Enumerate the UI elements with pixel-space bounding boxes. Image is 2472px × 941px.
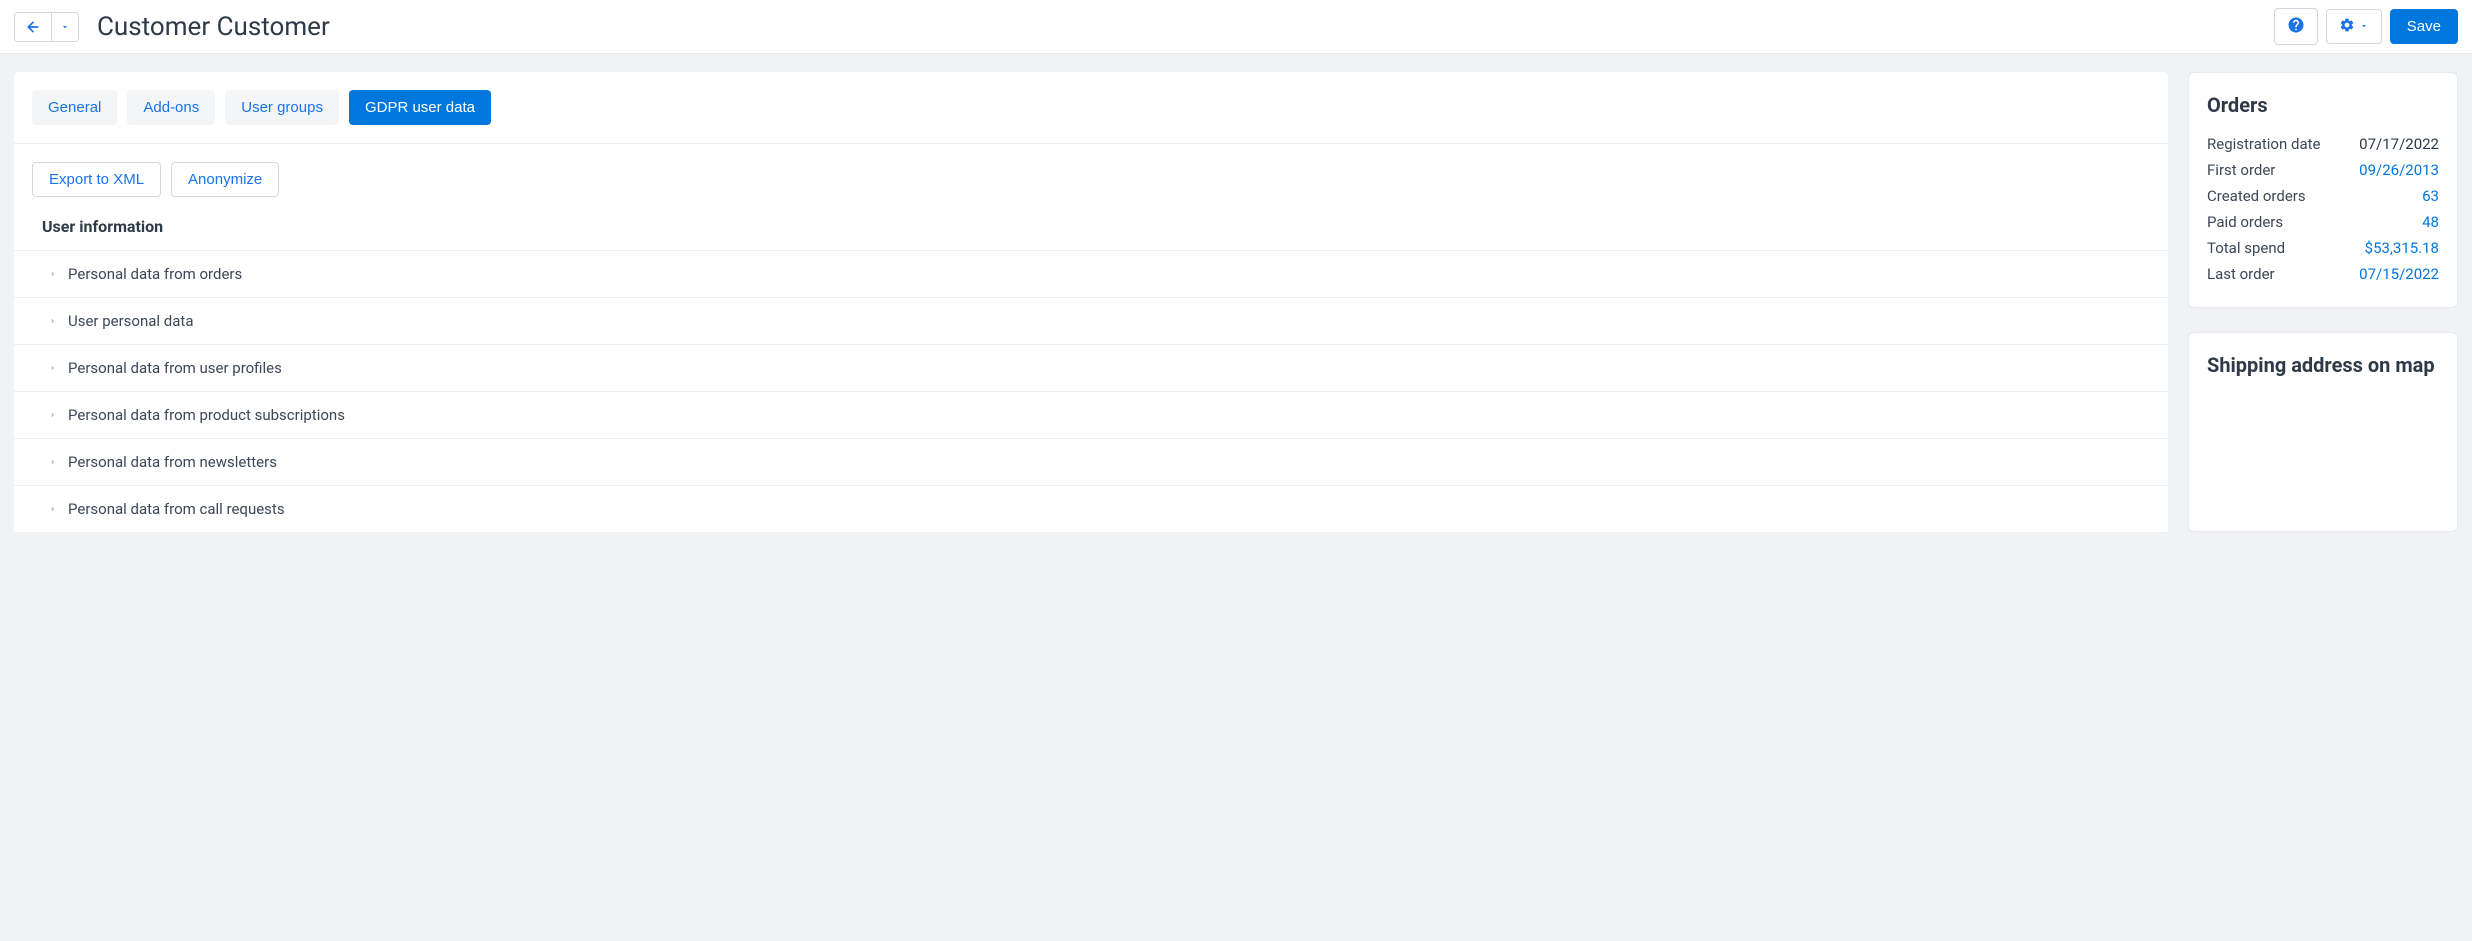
chevron-right-icon: [48, 363, 58, 373]
orders-row-value-link[interactable]: 07/15/2022: [2359, 265, 2439, 283]
orders-row-label: First order: [2207, 161, 2275, 179]
actions-row: Export to XML Anonymize: [14, 144, 2168, 207]
tab-user-groups[interactable]: User groups: [225, 90, 339, 125]
orders-row-paid-orders: Paid orders 48: [2207, 209, 2439, 235]
help-icon: [2287, 16, 2305, 37]
tabs: General Add-ons User groups GDPR user da…: [14, 90, 2168, 144]
chevron-right-icon: [48, 504, 58, 514]
accordion-item[interactable]: Personal data from user profiles: [14, 345, 2168, 392]
shipping-map-panel: Shipping address on map: [2188, 332, 2458, 532]
back-button-group: [14, 12, 79, 42]
save-button[interactable]: Save: [2390, 9, 2458, 44]
orders-row-value-link[interactable]: $53,315.18: [2365, 239, 2439, 257]
orders-row-value-link[interactable]: 63: [2422, 187, 2439, 205]
accordion-label: Personal data from newsletters: [68, 453, 277, 471]
accordion-label: User personal data: [68, 312, 193, 330]
export-xml-button[interactable]: Export to XML: [32, 162, 161, 197]
help-button[interactable]: [2274, 8, 2318, 45]
orders-row-label: Registration date: [2207, 135, 2320, 153]
orders-row-created-orders: Created orders 63: [2207, 183, 2439, 209]
accordion: Personal data from orders User personal …: [14, 250, 2168, 533]
topbar-right: Save: [2274, 8, 2458, 45]
orders-row-registration: Registration date 07/17/2022: [2207, 131, 2439, 157]
topbar: Customer Customer Save: [0, 0, 2472, 54]
accordion-item[interactable]: User personal data: [14, 298, 2168, 345]
orders-row-value: 07/17/2022: [2359, 135, 2439, 153]
main-column: General Add-ons User groups GDPR user da…: [14, 72, 2168, 533]
orders-panel-title: Orders: [2207, 93, 2439, 117]
gear-icon: [2339, 17, 2355, 36]
orders-row-label: Created orders: [2207, 187, 2306, 205]
orders-row-label: Total spend: [2207, 239, 2285, 257]
accordion-item[interactable]: Personal data from call requests: [14, 486, 2168, 533]
page-title: Customer Customer: [97, 12, 330, 42]
chevron-right-icon: [48, 269, 58, 279]
content-wrap: General Add-ons User groups GDPR user da…: [0, 54, 2472, 533]
caret-down-icon: [60, 22, 70, 32]
accordion-label: Personal data from orders: [68, 265, 242, 283]
accordion-label: Personal data from user profiles: [68, 359, 282, 377]
section-title: User information: [14, 207, 2168, 250]
chevron-right-icon: [48, 457, 58, 467]
orders-row-value-link[interactable]: 09/26/2013: [2359, 161, 2439, 179]
accordion-item[interactable]: Personal data from product subscriptions: [14, 392, 2168, 439]
tab-gdpr[interactable]: GDPR user data: [349, 90, 491, 125]
accordion-label: Personal data from call requests: [68, 500, 285, 518]
orders-row-label: Last order: [2207, 265, 2275, 283]
orders-row-last-order: Last order 07/15/2022: [2207, 261, 2439, 287]
shipping-map-title: Shipping address on map: [2207, 353, 2439, 377]
chevron-right-icon: [48, 410, 58, 420]
tab-addons[interactable]: Add-ons: [127, 90, 215, 125]
back-button[interactable]: [15, 13, 51, 41]
tab-general[interactable]: General: [32, 90, 117, 125]
arrow-left-icon: [25, 19, 41, 35]
caret-down-icon: [2359, 19, 2369, 34]
anonymize-button[interactable]: Anonymize: [171, 162, 279, 197]
orders-panel: Orders Registration date 07/17/2022 Firs…: [2188, 72, 2458, 308]
settings-dropdown[interactable]: [2326, 9, 2382, 44]
back-dropdown[interactable]: [51, 13, 78, 41]
orders-row-label: Paid orders: [2207, 213, 2283, 231]
orders-row-total-spend: Total spend $53,315.18: [2207, 235, 2439, 261]
orders-row-value-link[interactable]: 48: [2422, 213, 2439, 231]
accordion-item[interactable]: Personal data from newsletters: [14, 439, 2168, 486]
topbar-left: Customer Customer: [14, 12, 330, 42]
side-column: Orders Registration date 07/17/2022 Firs…: [2188, 72, 2458, 532]
accordion-label: Personal data from product subscriptions: [68, 406, 345, 424]
accordion-item[interactable]: Personal data from orders: [14, 251, 2168, 298]
chevron-right-icon: [48, 316, 58, 326]
orders-row-first-order: First order 09/26/2013: [2207, 157, 2439, 183]
